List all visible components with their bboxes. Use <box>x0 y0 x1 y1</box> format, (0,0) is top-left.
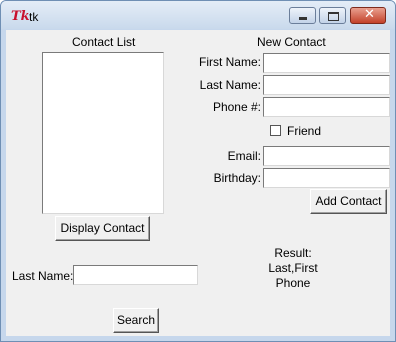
result-heading: Result: <box>274 246 312 260</box>
contact-listbox[interactable] <box>42 52 164 214</box>
close-button[interactable]: ✕ <box>350 7 386 24</box>
search-last-name-label: Last Name: <box>12 269 74 283</box>
add-contact-button[interactable]: Add Contact <box>310 189 387 214</box>
close-icon: ✕ <box>364 7 375 22</box>
last-name-field[interactable] <box>263 75 390 95</box>
result-phone: Phone <box>275 276 311 290</box>
maximize-button[interactable] <box>319 7 346 24</box>
contact-list-heading: Contact List <box>72 35 136 49</box>
email-field[interactable] <box>263 146 390 166</box>
display-contact-button[interactable]: Display Contact <box>55 216 150 241</box>
window-title: tk <box>29 10 39 24</box>
email-label: Email: <box>227 149 261 163</box>
friend-label: Friend <box>287 124 322 138</box>
tk-logo-icon: Tk <box>11 9 30 24</box>
result-panel: Result: Last,First Phone <box>256 246 330 291</box>
first-name-field[interactable] <box>263 53 390 73</box>
app-window: Tk tk ✕ Contact List New Contact First N… <box>0 0 396 342</box>
new-contact-heading: New Contact <box>257 35 326 49</box>
client-area: Contact List New Contact First Name: Las… <box>6 30 390 336</box>
friend-checkbox[interactable] <box>270 125 281 136</box>
minimize-button[interactable] <box>289 7 316 24</box>
minimize-icon <box>299 17 307 20</box>
search-button[interactable]: Search <box>113 308 159 333</box>
result-name: Last,First <box>268 261 318 275</box>
maximize-icon <box>328 12 339 21</box>
phone-label: Phone #: <box>212 100 261 114</box>
first-name-label: First Name: <box>198 55 261 69</box>
search-last-name-field[interactable] <box>73 265 198 285</box>
last-name-label: Last Name: <box>199 78 261 92</box>
birthday-label: Birthday: <box>213 171 261 185</box>
birthday-field[interactable] <box>263 168 390 188</box>
phone-field[interactable] <box>263 97 390 117</box>
title-bar[interactable]: Tk tk ✕ <box>1 1 395 29</box>
